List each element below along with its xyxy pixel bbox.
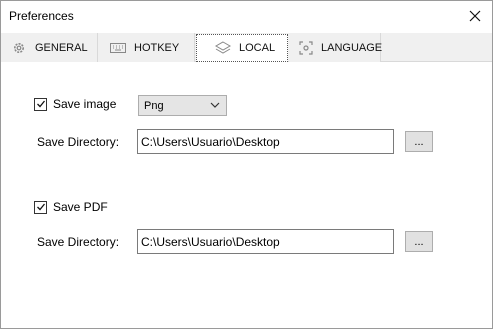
checkbox-box — [34, 97, 47, 111]
layers-icon — [215, 40, 231, 56]
pdf-browse-label: ... — [414, 235, 424, 248]
pdf-save-directory-label: Save Directory: — [37, 235, 120, 249]
tab-general-label: GENERAL — [35, 41, 88, 54]
tab-strip: GENERAL HOTKEY LOCAL LANGUAGE — [1, 33, 492, 62]
image-format-select[interactable]: Png — [138, 95, 227, 116]
tab-language[interactable]: LANGUAGE — [289, 33, 383, 62]
close-button[interactable] — [458, 1, 492, 31]
save-image-checkbox[interactable]: Save image — [34, 97, 116, 111]
save-image-label: Save image — [53, 97, 117, 111]
pdf-browse-button[interactable]: ... — [405, 231, 433, 252]
tab-general[interactable]: GENERAL — [1, 33, 98, 62]
checkmark-icon — [36, 203, 45, 211]
image-save-directory-value: C:\Users\Usuario\Desktop — [141, 134, 280, 149]
tab-hotkey[interactable]: HOTKEY — [98, 33, 195, 62]
image-browse-label: ... — [414, 135, 424, 148]
keyboard-icon — [110, 40, 126, 56]
tab-language-label: LANGUAGE — [321, 41, 383, 54]
image-browse-button[interactable]: ... — [405, 131, 433, 152]
focus-frame-icon — [299, 40, 313, 56]
gear-icon — [11, 40, 27, 56]
tab-hotkey-label: HOTKEY — [134, 41, 180, 54]
image-save-directory-input[interactable]: C:\Users\Usuario\Desktop — [137, 129, 394, 154]
chevron-down-icon — [210, 102, 220, 108]
local-tab-panel: Save image Png Save Directory: C:\Users\… — [1, 63, 492, 328]
checkbox-box — [34, 200, 47, 214]
window-title: Preferences — [9, 9, 74, 23]
checkmark-icon — [36, 100, 45, 108]
tab-local-label: LOCAL — [239, 42, 276, 54]
close-icon — [469, 10, 481, 22]
tab-local[interactable]: LOCAL — [196, 34, 288, 62]
image-save-directory-label: Save Directory: — [37, 135, 120, 149]
preferences-window: Preferences GENERAL HOTKEY LOCAL LANGUAG… — [0, 0, 493, 329]
pdf-save-directory-value: C:\Users\Usuario\Desktop — [141, 234, 280, 249]
title-bar: Preferences — [1, 1, 492, 33]
image-format-value: Png — [144, 99, 164, 112]
pdf-save-directory-input[interactable]: C:\Users\Usuario\Desktop — [137, 229, 394, 254]
save-pdf-label: Save PDF — [53, 200, 108, 214]
save-pdf-checkbox[interactable]: Save PDF — [34, 200, 108, 214]
